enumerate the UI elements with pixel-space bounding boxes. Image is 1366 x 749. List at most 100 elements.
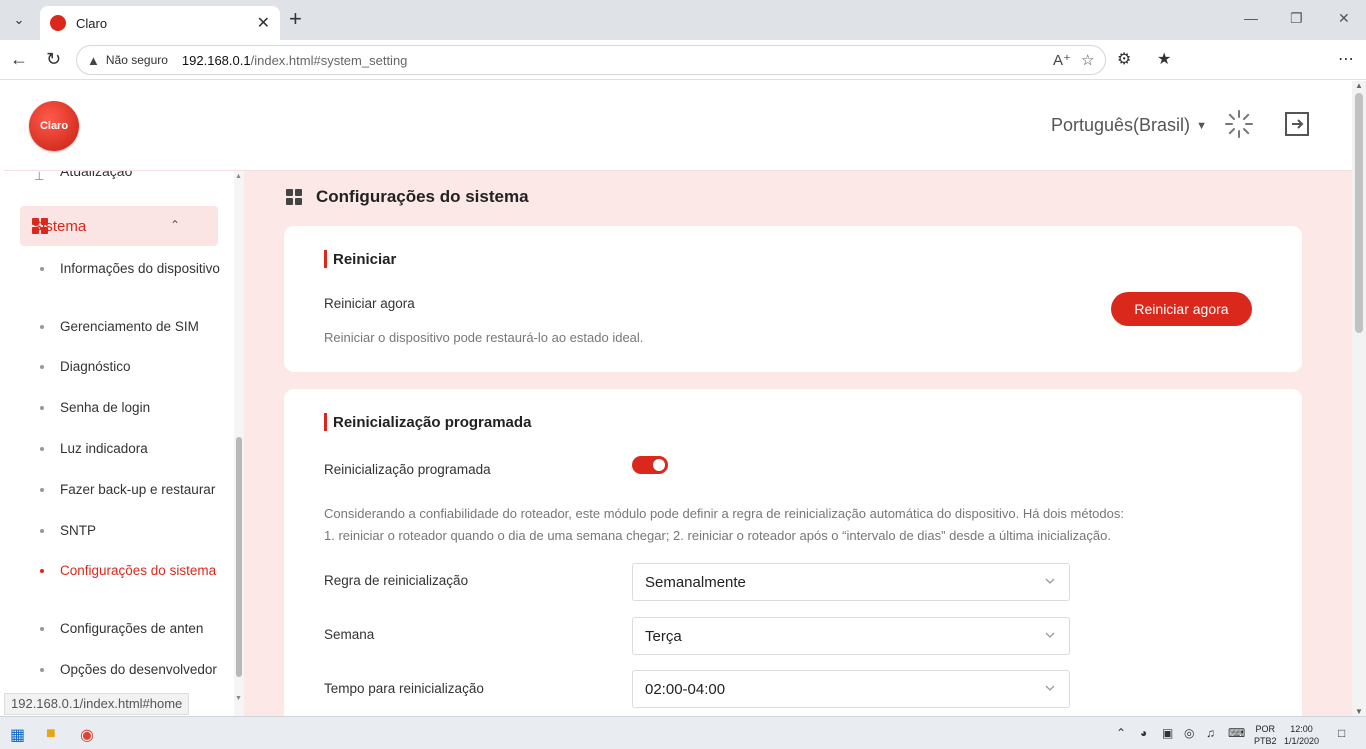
- title-accent-bar: [324, 250, 327, 268]
- scroll-up-icon[interactable]: ▲: [235, 173, 242, 180]
- grid-icon: [286, 189, 302, 205]
- favorites-list-icon[interactable]: ★: [1157, 49, 1171, 69]
- scheduled-toggle-label: Reinicialização programada: [324, 462, 491, 477]
- network-icon[interactable]: ▣: [1162, 726, 1173, 740]
- restore-icon[interactable]: ❐: [1290, 10, 1303, 27]
- chevron-down-icon: [1045, 685, 1055, 691]
- browser-tab[interactable]: Claro ✕: [40, 6, 280, 40]
- sidebar-item-login-password[interactable]: Senha de login: [40, 399, 225, 416]
- lang-bottom: PTB2: [1254, 736, 1277, 746]
- extensions-icon[interactable]: ⚙: [1117, 49, 1131, 69]
- keyboard-icon[interactable]: ⌨: [1228, 726, 1245, 740]
- url-path: /index.html#system_setting: [250, 52, 408, 68]
- address-bar[interactable]: ▲ Não seguro 192.168.0.1/index.html#syst…: [76, 45, 1106, 75]
- more-menu-icon[interactable]: ⋯: [1338, 49, 1354, 69]
- chevron-down-icon: [1045, 578, 1055, 584]
- page-header: Claro Português(Brasil) ▼: [4, 81, 1352, 171]
- minimize-icon[interactable]: —: [1244, 10, 1258, 26]
- sidebar-item-sim[interactable]: Gerenciamento de SIM: [40, 318, 225, 335]
- logo-text: Claro: [39, 120, 69, 132]
- scheduled-title-text: Reinicialização programada: [333, 413, 532, 431]
- sidebar-item-device-info[interactable]: Informações do dispositivo: [40, 260, 225, 277]
- sidebar-scrollbar[interactable]: ▲ ▼: [234, 171, 244, 716]
- week-label: Semana: [324, 627, 375, 642]
- claro-favicon-icon: [50, 15, 66, 31]
- tab-close-icon[interactable]: ✕: [257, 13, 270, 33]
- taskbar-clock[interactable]: 12:00 1/1/2020: [1284, 723, 1319, 747]
- sidebar-item-diagnostics[interactable]: Diagnóstico: [40, 358, 225, 375]
- sidebar-item-system-settings[interactable]: Configurações do sistema: [40, 562, 225, 579]
- page-title: Configurações do sistema: [316, 187, 529, 206]
- caret-down-icon: ▼: [1196, 119, 1207, 132]
- scheduled-description-line2: 1. reiniciar o roteador quando o dia de …: [324, 528, 1111, 543]
- read-aloud-icon[interactable]: A⁺: [1053, 51, 1071, 69]
- sidebar-item-indicator-light[interactable]: Luz indicadora: [40, 440, 225, 457]
- page-scroll-thumb[interactable]: [1355, 93, 1363, 333]
- lang-top: POR: [1255, 724, 1276, 734]
- toggle-knob: [653, 459, 665, 471]
- chrome-icon[interactable]: ◉: [80, 725, 94, 745]
- back-arrow-icon[interactable]: ←: [10, 49, 28, 70]
- scheduled-card-title: Reinicialização programada: [324, 413, 531, 431]
- new-tab-icon[interactable]: +: [289, 8, 302, 30]
- sidebar-section-label: Sistema: [32, 217, 87, 235]
- scheduled-description-line1: Considerando a confiabilidade do roteado…: [324, 506, 1124, 521]
- reboot-rule-label: Regra de reinicialização: [324, 573, 469, 588]
- chevron-up-icon: ⌃: [169, 218, 180, 232]
- restart-now-button[interactable]: Reiniciar agora: [1111, 292, 1252, 326]
- sidebar-item-antenna-settings[interactable]: Configurações de anten: [40, 620, 225, 637]
- volume-icon[interactable]: ♫: [1206, 726, 1215, 740]
- windows-taskbar: ▦ ■ ◉ ⌃ ◕ ▣ ◎ ♫ ⌨ POR PTB2 12:00 1/1/202…: [0, 716, 1366, 749]
- language-selector[interactable]: Português(Brasil) ▼: [1051, 115, 1207, 136]
- page-scrollbar[interactable]: ▲ ▼: [1352, 81, 1366, 716]
- restart-title-text: Reiniciar: [333, 250, 397, 268]
- reboot-rule-select[interactable]: Semanalmente: [632, 563, 1070, 601]
- warning-triangle-icon: ▲: [87, 52, 100, 68]
- globe-icon[interactable]: ◎: [1184, 726, 1194, 740]
- favorite-star-icon[interactable]: ☆: [1081, 51, 1094, 69]
- sidebar-item-backup-restore[interactable]: Fazer back-up e restaurar: [40, 481, 225, 498]
- reboot-time-select[interactable]: 02:00-04:00: [632, 670, 1070, 708]
- claro-logo[interactable]: Claro: [29, 101, 79, 151]
- scroll-up-icon[interactable]: ▲: [1355, 81, 1363, 90]
- scroll-down-icon[interactable]: ▼: [235, 695, 242, 702]
- scroll-down-icon[interactable]: ▼: [1355, 707, 1363, 716]
- reload-icon[interactable]: ↻: [46, 49, 61, 70]
- tab-title: Claro: [76, 15, 108, 31]
- chevron-down-icon: [1045, 632, 1055, 638]
- spinner-icon: [1225, 110, 1253, 138]
- week-select[interactable]: Terça: [632, 617, 1070, 655]
- windows-start-icon[interactable]: ▦: [10, 725, 25, 745]
- tab-list-chevron-icon[interactable]: ⌄: [6, 8, 32, 32]
- clock-date: 1/1/2020: [1284, 736, 1320, 746]
- sidebar-scroll-thumb[interactable]: [236, 437, 242, 677]
- sidebar-item-atualizacao[interactable]: Atualização: [60, 171, 132, 179]
- sidebar-section-sistema[interactable]: Sistema ⌃: [20, 206, 218, 246]
- tray-chevron-icon[interactable]: ⌃: [1116, 726, 1126, 740]
- restart-card: Reiniciar Reiniciar agora Reiniciar o di…: [284, 226, 1302, 372]
- page-title-row: Configurações do sistema: [286, 187, 529, 207]
- clock-time: 12:00: [1290, 724, 1313, 734]
- restart-description: Reiniciar o dispositivo pode restaurá-lo…: [324, 330, 644, 345]
- reboot-rule-value: Semanalmente: [645, 573, 746, 591]
- browser-tab-bar: ⌄ Claro ✕ + — ❐ ✕: [0, 0, 1366, 40]
- reboot-time-value: 02:00-04:00: [645, 680, 726, 698]
- restart-card-title: Reiniciar: [324, 250, 396, 268]
- file-explorer-icon[interactable]: ■: [46, 725, 56, 743]
- browser-toolbar: ← ↻ ▲ Não seguro 192.168.0.1/index.html#…: [0, 40, 1366, 80]
- logout-icon[interactable]: [1282, 109, 1312, 139]
- scheduled-reboot-toggle[interactable]: [632, 456, 668, 474]
- sidebar-item-developer-options[interactable]: Opções do desenvolvedor: [40, 661, 225, 678]
- scheduled-reboot-card: Reinicialização programada Reinicializaç…: [284, 389, 1302, 716]
- language-label: Português(Brasil): [1051, 115, 1191, 135]
- tray-icon[interactable]: ◕: [1140, 726, 1147, 740]
- window-close-icon[interactable]: ✕: [1338, 10, 1350, 27]
- week-value: Terça: [645, 627, 682, 645]
- status-url-tooltip: 192.168.0.1/index.html#home: [4, 693, 190, 715]
- input-language-indicator[interactable]: POR PTB2: [1254, 723, 1277, 747]
- restart-now-label: Reiniciar agora: [324, 296, 415, 311]
- upload-icon: ⊥: [34, 171, 45, 183]
- sidebar-item-sntp[interactable]: SNTP: [40, 522, 225, 539]
- notifications-icon[interactable]: □: [1338, 726, 1345, 740]
- reboot-time-label: Tempo para reinicialização: [324, 681, 484, 696]
